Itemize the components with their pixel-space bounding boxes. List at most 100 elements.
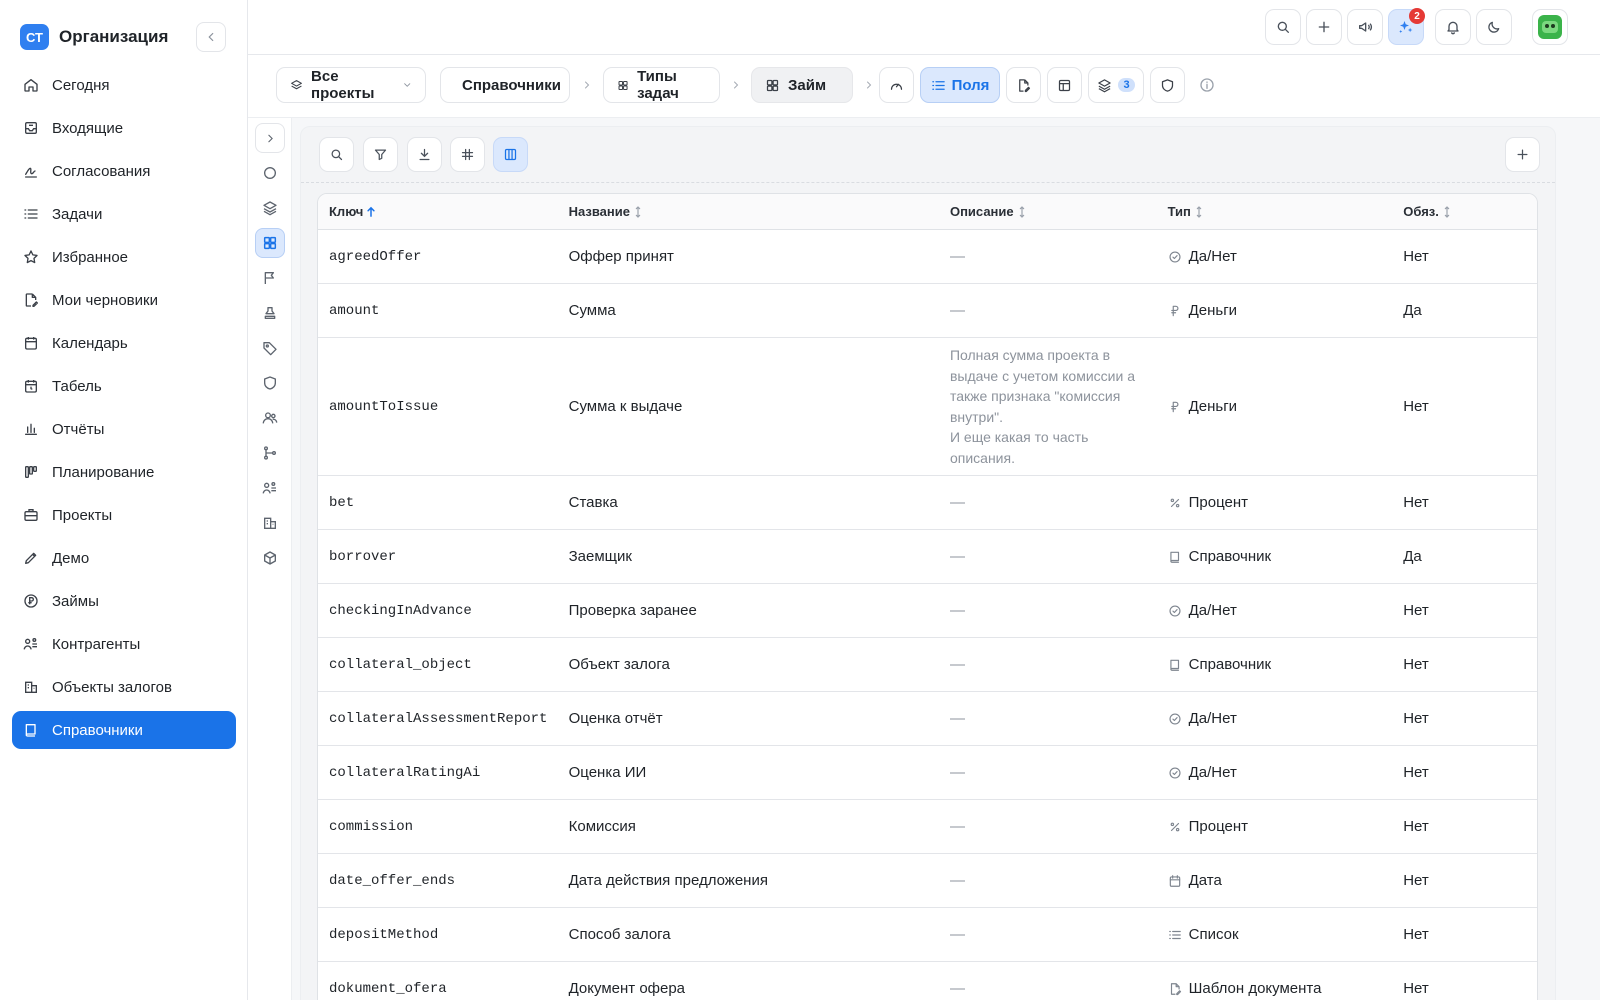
avatar[interactable]	[1532, 9, 1568, 45]
expand-rail-button[interactable]	[255, 123, 285, 153]
tab-fields[interactable]: Поля	[920, 67, 1000, 103]
announcements-button[interactable]	[1347, 9, 1383, 45]
table-body: agreedOffer Оффер принят — Да/Нет Нет amount С…	[318, 230, 1537, 1000]
description-line: И еще какая то часть	[949, 429, 1089, 445]
table-row[interactable]: date_offer_ends Дата действия предложения…	[318, 854, 1537, 908]
type-label: Дата	[1188, 872, 1222, 889]
type-badge: Процент	[1168, 494, 1393, 511]
user-avatar-icon	[1538, 15, 1562, 39]
rail-users[interactable]	[255, 403, 285, 433]
sidebar-item-favorites[interactable]: Избранное	[12, 238, 236, 276]
grouping-button[interactable]	[450, 137, 485, 172]
table-row[interactable]: checkingInAdvance Проверка заранее — Да/Нет…	[318, 584, 1537, 638]
sidebar-item-dictionaries[interactable]: Справочники	[12, 711, 236, 749]
tab-layers[interactable]: 3	[1088, 67, 1144, 103]
sidebar-item-inbox[interactable]: Входящие	[12, 109, 236, 147]
org-switcher[interactable]: СТ Организация	[20, 24, 168, 50]
columns-button[interactable]	[493, 137, 528, 172]
column-key-header[interactable]: Ключ	[318, 204, 558, 219]
rail-security[interactable]	[255, 368, 285, 398]
rail-milestones[interactable]	[255, 263, 285, 293]
table-row[interactable]: bet Ставка — Процент Нет	[318, 476, 1537, 530]
ai-assistant-button[interactable]: 2	[1388, 8, 1425, 45]
export-button[interactable]	[407, 137, 442, 172]
rail-status[interactable]	[255, 158, 285, 188]
field-required-cell: Нет	[1403, 818, 1429, 835]
table-row[interactable]: dokument_ofera Документ офера — Шаблон доку…	[318, 962, 1537, 1000]
field-type-cell: Справочник	[1157, 548, 1393, 565]
sidebar-item-collateral-objects[interactable]: Объекты залогов	[12, 668, 236, 706]
info-button[interactable]	[1199, 77, 1215, 93]
table-row[interactable]: depositMethod Способ залога — Список Нет	[318, 908, 1537, 962]
type-badge: Дата	[1168, 872, 1393, 889]
table-row[interactable]: amountToIssue Сумма к выдаче Полная сумма …	[318, 338, 1537, 476]
breadcrumb-task-types[interactable]: Типы задач	[603, 67, 720, 103]
rail-layers[interactable]	[255, 193, 285, 223]
draft-icon	[25, 293, 38, 307]
table-row[interactable]: collateralRatingAi Оценка ИИ — Да/Нет Нет	[318, 746, 1537, 800]
search-icon	[331, 149, 343, 161]
search-button[interactable]	[1265, 9, 1301, 45]
create-button[interactable]	[1306, 9, 1342, 45]
sidebar-item-label: Календарь	[52, 334, 128, 352]
sidebar-item-drafts[interactable]: Мои черновики	[12, 281, 236, 319]
table-toolbar	[301, 127, 1555, 183]
project-selector[interactable]: Все проекты	[276, 67, 426, 103]
columns-icon	[504, 148, 517, 161]
rail-task-types[interactable]	[255, 228, 285, 258]
type-badge: Процент	[1168, 818, 1393, 835]
rail-stamps[interactable]	[255, 298, 285, 328]
sidebar-item-loans[interactable]: Займы	[12, 582, 236, 620]
filter-button[interactable]	[363, 137, 398, 172]
rail-objects[interactable]	[255, 508, 285, 538]
field-description-cell: —	[949, 494, 965, 511]
column-name-header[interactable]: Название	[558, 204, 939, 219]
add-field-button[interactable]	[1505, 137, 1540, 172]
tab-document[interactable]	[1006, 67, 1041, 103]
column-description-label: Описание	[949, 204, 1014, 219]
sidebar-item-label: Сегодня	[52, 76, 110, 94]
rail-modules[interactable]	[255, 543, 285, 573]
notifications-button[interactable]	[1435, 9, 1471, 45]
column-type-header[interactable]: Тип	[1157, 204, 1393, 219]
sidebar-item-approvals[interactable]: Согласования	[12, 152, 236, 190]
sidebar-item-planning[interactable]: Планирование	[12, 453, 236, 491]
sidebar-item-reports[interactable]: Отчёты	[12, 410, 236, 448]
breadcrumb-label: Справочники	[462, 76, 561, 94]
sidebar-item-projects[interactable]: Проекты	[12, 496, 236, 534]
tab-permissions[interactable]	[1150, 67, 1185, 103]
breadcrumb-dictionaries[interactable]: Справочники	[440, 67, 570, 103]
sidebar-item-tasks[interactable]: Задачи	[12, 195, 236, 233]
field-key-cell: date_offer_ends	[329, 872, 456, 889]
table-search-button[interactable]	[319, 137, 354, 172]
sidebar-item-contractors[interactable]: Контрагенты	[12, 625, 236, 663]
cube-icon	[264, 551, 276, 565]
org-logo: СТ	[20, 24, 49, 50]
field-type-cell: Процент	[1157, 494, 1393, 511]
column-required-header[interactable]: Обяз.	[1392, 204, 1537, 219]
table-row[interactable]: commission Комиссия — Процент Нет	[318, 800, 1537, 854]
sidebar-item-timesheet[interactable]: Табель	[12, 367, 236, 405]
collapse-sidebar-button[interactable]	[196, 22, 226, 52]
percent-icon	[1170, 498, 1179, 507]
sidebar-item-demo[interactable]: Демо	[12, 539, 236, 577]
rail-contractors[interactable]	[255, 473, 285, 503]
table-row[interactable]: collateralAssessmentReport Оценка отчёт — Д…	[318, 692, 1537, 746]
tab-layout[interactable]	[1047, 67, 1082, 103]
table-row[interactable]: agreedOffer Оффер принят — Да/Нет Нет	[318, 230, 1537, 284]
sidebar-item-calendar[interactable]: Календарь	[12, 324, 236, 362]
theme-toggle-button[interactable]	[1476, 9, 1512, 45]
rail-workflow[interactable]	[255, 438, 285, 468]
table-row[interactable]: collateral_object Объект залога — Справочни…	[318, 638, 1537, 692]
sidebar-item-today[interactable]: Сегодня	[12, 66, 236, 104]
git-branch-icon	[264, 446, 276, 460]
breadcrumb-current[interactable]: Займ	[751, 67, 853, 103]
table-header: Ключ Название Описание Тип Обяз.	[318, 194, 1537, 230]
tab-dashboard[interactable]	[879, 67, 914, 103]
rail-tags[interactable]	[255, 333, 285, 363]
column-description-header[interactable]: Описание	[939, 204, 1157, 219]
table-row[interactable]: borrover Заемщик — Справочник Да	[318, 530, 1537, 584]
table-row[interactable]: amount Сумма — Деньги Да	[318, 284, 1537, 338]
field-type-cell: Да/Нет	[1157, 602, 1393, 619]
field-required-cell: Нет	[1403, 710, 1429, 727]
